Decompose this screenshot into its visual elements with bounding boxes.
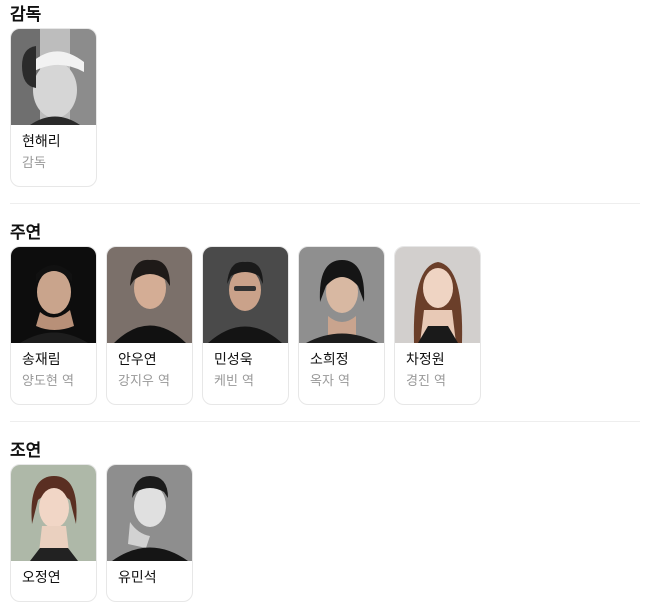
- person-card[interactable]: 송재림 양도현 역: [10, 246, 97, 405]
- person-role: 강지우 역: [118, 374, 170, 389]
- person-card[interactable]: 현해리 감독: [10, 28, 97, 187]
- person-photo: [107, 247, 192, 343]
- person-card[interactable]: 소희정 옥자 역: [298, 246, 385, 405]
- person-name: 현해리: [22, 134, 61, 150]
- person-name: 오정연: [22, 570, 61, 586]
- director-card-row: 현해리 감독: [10, 28, 97, 187]
- section-title-director: 감독: [10, 5, 42, 25]
- person-name: 차정원: [406, 352, 445, 368]
- person-role: 옥자 역: [310, 374, 351, 389]
- section-title-supporting-cast: 조연: [10, 441, 42, 461]
- person-card[interactable]: 안우연 강지우 역: [106, 246, 193, 405]
- person-card[interactable]: 차정원 경진 역: [394, 246, 481, 405]
- person-role: 경진 역: [406, 374, 447, 389]
- person-name: 유민석: [118, 570, 157, 586]
- section-director: 감독 현해리 감독: [10, 5, 640, 190]
- section-divider: [10, 203, 640, 204]
- person-card[interactable]: 유민석: [106, 464, 193, 602]
- person-name: 소희정: [310, 352, 349, 368]
- person-photo: [299, 247, 384, 343]
- person-role: 케빈 역: [214, 374, 255, 389]
- person-card[interactable]: 민성욱 케빈 역: [202, 246, 289, 405]
- person-name: 송재림: [22, 352, 61, 368]
- person-photo: [395, 247, 480, 343]
- person-photo: [11, 29, 96, 125]
- person-name: 안우연: [118, 352, 157, 368]
- section-title-leading-cast: 주연: [10, 223, 42, 243]
- supporting-cast-card-row: 오정연 유민석: [10, 464, 193, 602]
- person-card[interactable]: 오정연: [10, 464, 97, 602]
- person-photo: [203, 247, 288, 343]
- section-supporting-cast: 조연 오정연 유민석: [10, 441, 640, 606]
- person-photo: [107, 465, 192, 561]
- person-role: 감독: [22, 156, 46, 171]
- person-photo: [11, 465, 96, 561]
- section-divider: [10, 421, 640, 422]
- section-leading-cast: 주연 송재림 양도현 역 안우연 강지우 역 민성욱 케빈 역 소희정 옥자 역…: [10, 223, 640, 408]
- person-name: 민성욱: [214, 352, 253, 368]
- leading-cast-card-row: 송재림 양도현 역 안우연 강지우 역 민성욱 케빈 역 소희정 옥자 역 차정…: [10, 246, 481, 405]
- person-photo: [11, 247, 96, 343]
- person-role: 양도현 역: [22, 374, 74, 389]
